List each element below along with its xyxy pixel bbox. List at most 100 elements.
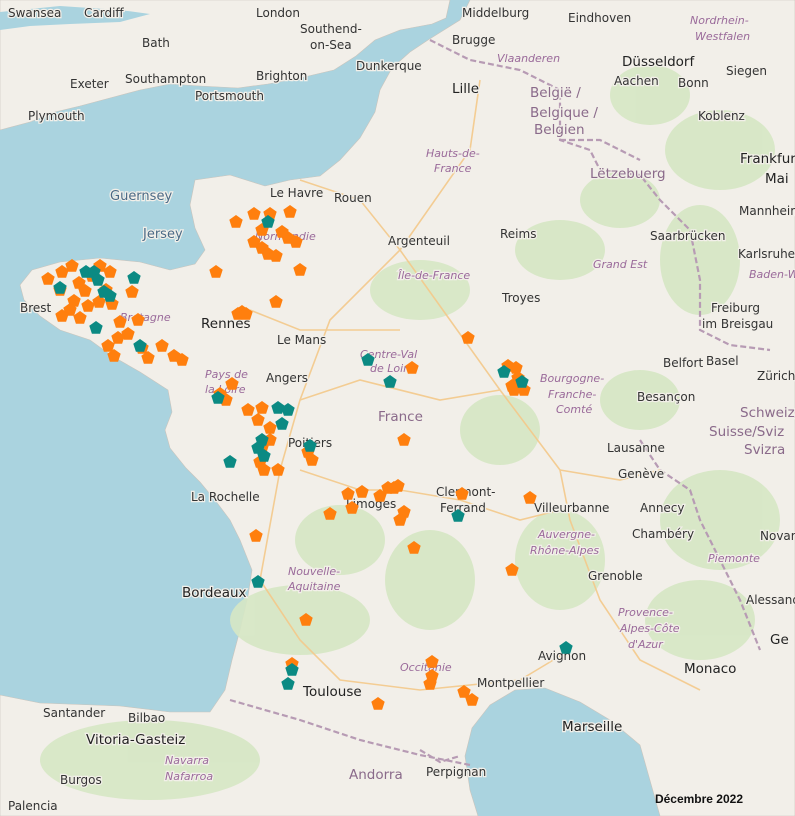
orange-marker[interactable] xyxy=(271,463,285,476)
orange-marker[interactable] xyxy=(371,697,385,710)
map-labels: Swansea Cardiff LondonSouthend-on-Sea Midde… xyxy=(7,5,795,815)
orange-marker[interactable] xyxy=(397,433,411,446)
map-label-bonn: Bonn xyxy=(678,76,709,90)
orange-marker[interactable] xyxy=(41,272,55,285)
orange-marker[interactable] xyxy=(275,225,289,238)
map-label-chambery: Chambéry xyxy=(632,527,694,541)
map-label-karlsruhe: Karlsruhe xyxy=(738,247,795,261)
map-label-toulouse: Toulouse xyxy=(302,684,362,700)
orange-marker[interactable] xyxy=(125,285,139,298)
teal-marker[interactable] xyxy=(281,677,295,690)
orange-marker[interactable] xyxy=(425,655,439,668)
map-label-bourgogne2: Franche- xyxy=(548,388,596,401)
orange-marker[interactable] xyxy=(247,207,261,220)
orange-marker[interactable] xyxy=(155,339,169,352)
map-label-angers: Angers xyxy=(266,371,308,385)
teal-marker[interactable] xyxy=(275,417,289,430)
orange-marker[interactable] xyxy=(323,507,337,520)
orange-marker[interactable] xyxy=(283,205,297,218)
map-label-southend: Southend- xyxy=(300,22,362,36)
orange-marker[interactable] xyxy=(505,563,519,576)
map-label-hautsdefrance2: France xyxy=(434,162,472,175)
map-label-breisgau: im Breisgau xyxy=(702,317,773,331)
map-label-iledefrance: Île-de-France xyxy=(398,269,470,282)
map-label-bath: Bath xyxy=(142,36,170,50)
map-label-montpellier: Montpellier xyxy=(477,676,544,690)
orange-marker[interactable] xyxy=(255,401,269,414)
map-label-navarra: Navarra xyxy=(165,754,209,767)
orange-marker[interactable] xyxy=(269,295,283,308)
map-label-brest: Brest xyxy=(20,301,52,315)
orange-marker[interactable] xyxy=(461,331,475,344)
map-label-alessand: Alessand xyxy=(746,593,795,607)
orange-marker[interactable] xyxy=(65,259,79,272)
map-label-mannheim: Mannheim xyxy=(739,204,795,218)
teal-marker[interactable] xyxy=(223,455,237,468)
map-label-auvergne1: Auvergne- xyxy=(537,528,595,541)
map-label-troyes: Troyes xyxy=(501,291,540,305)
map-label-grenoble: Grenoble xyxy=(588,569,643,583)
map-label-freiburg: Freiburg xyxy=(711,301,760,315)
map-label-svizra: Svizra xyxy=(744,442,785,458)
map-label-occitanie: Occitanie xyxy=(400,661,452,674)
map-markers[interactable] xyxy=(41,205,573,710)
map-label-koblenz: Koblenz xyxy=(698,109,745,123)
map-label-bretagne: Bretagne xyxy=(120,311,171,324)
map-label-andorra: Andorra xyxy=(349,767,403,783)
orange-marker[interactable] xyxy=(341,487,355,500)
map-label-novara: Novar xyxy=(760,529,795,543)
map-label-bourgogne1: Bourgogne- xyxy=(540,372,604,385)
map-label-westfalen: Westfalen xyxy=(695,30,750,43)
orange-marker[interactable] xyxy=(263,421,277,434)
orange-marker[interactable] xyxy=(407,541,421,554)
orange-marker[interactable] xyxy=(299,613,313,626)
orange-marker[interactable] xyxy=(355,485,369,498)
map-label-france: France xyxy=(378,409,423,425)
map-label-provence3: d'Azur xyxy=(628,638,664,651)
map-label-zurich: Zürich xyxy=(757,369,795,383)
map-label-schweiz: Schweiz/ xyxy=(740,405,795,421)
map-label-bordeaux: Bordeaux xyxy=(182,585,247,601)
map-label-larochelle: La Rochelle xyxy=(191,490,260,504)
teal-marker[interactable] xyxy=(53,281,67,294)
teal-marker[interactable] xyxy=(559,641,573,654)
map-label-swansea: Swansea xyxy=(8,6,61,20)
map-label-portsmouth: Portsmouth xyxy=(195,89,264,103)
map-label-siegen: Siegen xyxy=(726,64,767,78)
map-label-grandest: Grand Est xyxy=(593,258,648,271)
teal-marker[interactable] xyxy=(89,321,103,334)
orange-marker[interactable] xyxy=(293,263,307,276)
teal-marker[interactable] xyxy=(133,339,147,352)
map-label-lille: Lille xyxy=(452,81,479,97)
orange-marker[interactable] xyxy=(249,529,263,542)
orange-marker[interactable] xyxy=(229,215,243,228)
map-label-auvergne2: Rhône-Alpes xyxy=(530,544,599,557)
map-label-jersey: Jersey xyxy=(142,227,183,242)
map-label-nordrhein: Nordrhein- xyxy=(690,14,749,27)
map-label-aachen: Aachen xyxy=(614,74,659,88)
teal-marker[interactable] xyxy=(251,575,265,588)
orange-marker[interactable] xyxy=(251,413,265,426)
orange-marker[interactable] xyxy=(391,479,405,492)
map-label-marseille: Marseille xyxy=(562,719,622,735)
map-label-brugge: Brugge xyxy=(452,33,495,47)
map-label-mainz: Mai xyxy=(765,171,789,187)
teal-marker[interactable] xyxy=(127,271,141,284)
teal-marker[interactable] xyxy=(383,375,397,388)
map-canvas[interactable]: Swansea Cardiff London Southend-on-Sea Midde… xyxy=(0,0,795,816)
map-caption: Décembre 2022 xyxy=(654,792,743,806)
map-label-lemans: Le Mans xyxy=(277,333,326,347)
map-label-ge: Ge xyxy=(770,632,789,648)
orange-marker[interactable] xyxy=(523,491,537,504)
map-label-vitoria: Vitoria-Gasteiz xyxy=(86,732,185,748)
orange-marker[interactable] xyxy=(101,339,115,352)
map-label-belgique: Belgique / xyxy=(530,105,598,121)
map-label-burgos: Burgos xyxy=(60,773,102,787)
orange-marker[interactable] xyxy=(209,265,223,278)
map-label-provence2: Alpes-Côte xyxy=(619,622,680,635)
orange-marker[interactable] xyxy=(73,311,87,324)
map-label-vlaanderen: Vlaanderen xyxy=(497,52,560,65)
map-label-santander: Santander xyxy=(43,706,105,720)
orange-marker[interactable] xyxy=(241,403,255,416)
map-label-lausanne: Lausanne xyxy=(607,441,665,455)
